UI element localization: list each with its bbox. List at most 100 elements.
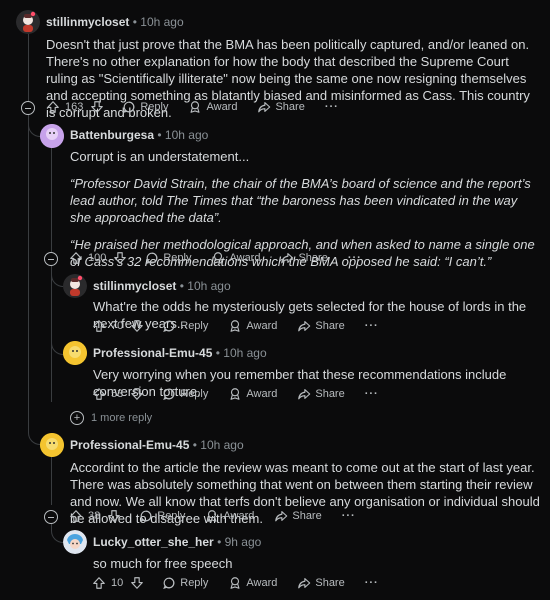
share-icon [297, 576, 311, 590]
share-button[interactable]: Share [297, 576, 345, 590]
more-options-button[interactable]: ··· [348, 252, 362, 264]
comment-header: Professional-Emu-45 • 10h ago [70, 438, 244, 452]
upvote-icon[interactable] [92, 576, 106, 590]
upvote-icon[interactable] [92, 387, 106, 401]
collapse-icon [48, 516, 54, 518]
comment-header: Professional-Emu-45 • 10h ago [93, 346, 267, 360]
share-button[interactable]: Share [274, 509, 322, 523]
avatar[interactable] [40, 433, 64, 457]
reply-label: Reply [180, 577, 209, 589]
more-options-button[interactable]: ··· [342, 510, 356, 522]
comment-header: Lucky_otter_she_her • 9h ago [93, 535, 261, 549]
avatar[interactable] [63, 274, 87, 298]
thread-line-emu [51, 455, 52, 505]
reply-button[interactable]: Reply [162, 387, 208, 401]
collapse-button[interactable] [21, 101, 35, 115]
comment-icon [145, 251, 159, 265]
collapse-button[interactable] [44, 510, 58, 524]
vote-count: 70 [111, 320, 124, 332]
award-button[interactable]: Award [228, 387, 277, 401]
comment-body: so much for free speech [93, 555, 533, 572]
more-options-button[interactable]: ··· [365, 388, 379, 400]
avatar[interactable] [63, 530, 87, 554]
timestamp[interactable]: 10h ago [187, 279, 230, 293]
avatar[interactable] [40, 124, 64, 148]
award-label: Award [206, 101, 238, 113]
award-icon [188, 100, 202, 114]
upvote-icon[interactable] [46, 100, 60, 114]
more-options-button[interactable]: ··· [325, 101, 339, 113]
comment-actions: 38 Reply Award Share ··· [69, 506, 376, 526]
award-label: Award [246, 577, 278, 589]
share-icon [257, 100, 271, 114]
award-icon [228, 387, 242, 401]
avatar[interactable] [16, 10, 40, 34]
upvote-icon[interactable] [92, 319, 106, 333]
award-icon [228, 576, 242, 590]
downvote-icon[interactable] [130, 576, 144, 590]
more-options-button[interactable]: ··· [365, 577, 379, 589]
downvote-icon[interactable] [107, 509, 121, 523]
collapse-icon [48, 258, 54, 260]
downvote-icon[interactable] [90, 100, 104, 114]
award-button[interactable]: Award [211, 251, 260, 265]
reply-label: Reply [163, 252, 192, 264]
username[interactable]: stillinmycloset [93, 279, 176, 293]
downvote-icon[interactable] [130, 387, 144, 401]
share-button[interactable]: Share [297, 387, 345, 401]
downvote-icon[interactable] [130, 319, 144, 333]
upvote-icon[interactable] [69, 509, 83, 523]
username[interactable]: stillinmycloset [46, 15, 129, 29]
username[interactable]: Battenburgesa [70, 128, 154, 142]
award-button[interactable]: Award [188, 100, 237, 114]
username[interactable]: Professional-Emu-45 [93, 346, 212, 360]
reply-button[interactable]: Reply [139, 509, 185, 523]
more-label: ··· [364, 577, 379, 589]
award-button[interactable]: Award [228, 576, 277, 590]
collapse-button[interactable] [44, 252, 58, 266]
separator: • [157, 128, 162, 142]
timestamp[interactable]: 10h ago [223, 346, 266, 360]
separator: • [192, 438, 197, 452]
more-replies-link[interactable]: + 1 more reply [70, 411, 152, 425]
timestamp[interactable]: 10h ago [140, 15, 183, 29]
comment-actions: 10 Reply Award Share ··· [92, 573, 399, 593]
username[interactable]: Professional-Emu-45 [70, 438, 189, 452]
more-options-button[interactable]: ··· [365, 320, 379, 332]
award-button[interactable]: Award [205, 509, 254, 523]
comment-icon [162, 576, 176, 590]
share-icon [297, 319, 311, 333]
share-label: Share [315, 388, 345, 400]
reply-button[interactable]: Reply [145, 251, 191, 265]
reply-button[interactable]: Reply [122, 100, 168, 114]
vote-control: 70 [92, 319, 144, 333]
comment-header: Battenburgesa • 10h ago [70, 128, 208, 142]
reply-button[interactable]: Reply [162, 576, 208, 590]
more-replies-label: 1 more reply [91, 412, 153, 424]
timestamp[interactable]: 9h ago [225, 535, 262, 549]
share-button[interactable]: Share [297, 319, 345, 333]
comment-header: stillinmycloset • 10h ago [93, 279, 231, 293]
share-icon [297, 387, 311, 401]
username[interactable]: Lucky_otter_she_her [93, 535, 214, 549]
downvote-icon[interactable] [113, 251, 127, 265]
avatar[interactable] [63, 341, 87, 365]
more-label: ··· [341, 510, 356, 522]
more-label: ··· [364, 388, 379, 400]
reply-label: Reply [180, 320, 209, 332]
reply-label: Reply [140, 101, 169, 113]
comment-icon [139, 509, 153, 523]
award-label: Award [223, 510, 255, 522]
share-button[interactable]: Share [280, 251, 328, 265]
timestamp[interactable]: 10h ago [165, 128, 208, 142]
share-button[interactable]: Share [257, 100, 305, 114]
award-icon [205, 509, 219, 523]
timestamp[interactable]: 10h ago [200, 438, 243, 452]
upvote-icon[interactable] [69, 251, 83, 265]
comment-paragraph: Corrupt is an understatement... [70, 149, 250, 164]
award-label: Award [229, 252, 261, 264]
award-button[interactable]: Award [228, 319, 277, 333]
reply-button[interactable]: Reply [162, 319, 208, 333]
share-label: Share [315, 577, 345, 589]
vote-count: 100 [88, 252, 107, 264]
